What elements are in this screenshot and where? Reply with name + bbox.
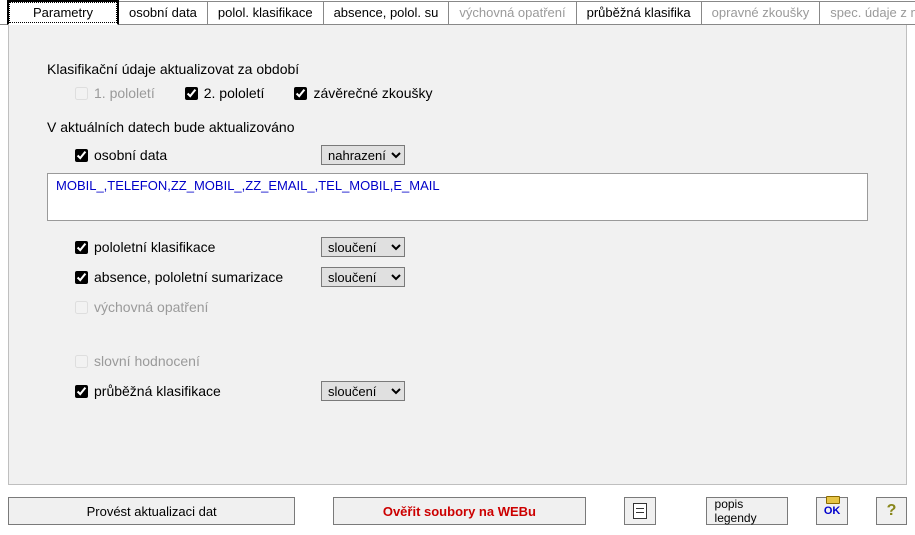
tab-osobni-data[interactable]: osobní data bbox=[118, 1, 208, 24]
chk-vychovna-opatreni: výchovná opatření bbox=[75, 299, 321, 315]
row-slovni-hodnoceni: slovní hodnocení bbox=[47, 349, 868, 373]
chk-zaverecne-zkousky[interactable]: závěrečné zkoušky bbox=[294, 85, 432, 101]
fields-list-text: MOBIL_,TELEFON,ZZ_MOBIL_,ZZ_EMAIL_,TEL_M… bbox=[56, 178, 440, 193]
chk-pololetni-klasifikace[interactable]: pololetní klasifikace bbox=[75, 239, 321, 255]
help-icon: ? bbox=[887, 502, 897, 520]
help-button[interactable]: ? bbox=[876, 497, 907, 525]
period-row: 1. pololetí 2. pololetí závěrečné zkoušk… bbox=[47, 85, 868, 101]
tab-vychovna-opatreni: výchovná opatření bbox=[448, 1, 576, 24]
row-osobni-data: osobní data nahrazení bbox=[47, 143, 868, 167]
chk-absence-input[interactable] bbox=[75, 271, 88, 284]
row-vychovna-opatreni: výchovná opatření bbox=[47, 295, 868, 319]
legend-button[interactable]: popis legendy bbox=[706, 497, 789, 525]
chk-1-pololeti: 1. pololetí bbox=[75, 85, 155, 101]
parametry-panel: Klasifikační údaje aktualizovat za obdob… bbox=[8, 25, 907, 485]
verify-web-button[interactable]: Ověřit soubory na WEBu bbox=[333, 497, 585, 525]
chk-pololetni-klasifikace-input[interactable] bbox=[75, 241, 88, 254]
chk-vychovna-opatreni-input bbox=[75, 301, 88, 314]
chk-osobni-data-input[interactable] bbox=[75, 149, 88, 162]
tab-parametry[interactable]: Parametry bbox=[7, 0, 119, 25]
tab-opravne-zkousky: opravné zkoušky bbox=[701, 1, 821, 24]
perform-update-button[interactable]: Provést aktualizaci dat bbox=[8, 497, 295, 525]
row-pololetni-klasifikace: pololetní klasifikace sloučení bbox=[47, 235, 868, 259]
fields-list-box[interactable]: MOBIL_,TELEFON,ZZ_MOBIL_,ZZ_EMAIL_,TEL_M… bbox=[47, 173, 868, 221]
ok-button[interactable]: OK bbox=[816, 497, 848, 525]
tab-prubezna-klasifikace[interactable]: průběžná klasifika bbox=[576, 1, 702, 24]
chk-osobni-data[interactable]: osobní data bbox=[75, 147, 321, 163]
tab-spec-udaje: spec. údaje z matri bbox=[819, 1, 915, 24]
chk-slovni-hodnoceni-input bbox=[75, 355, 88, 368]
row-prubezna-klasifikace: průběžná klasifikace sloučení bbox=[47, 379, 868, 403]
chk-absence[interactable]: absence, pololetní sumarizace bbox=[75, 269, 321, 285]
period-heading: Klasifikační údaje aktualizovat za obdob… bbox=[47, 61, 868, 77]
update-heading: V aktuálních datech bude aktualizováno bbox=[47, 119, 868, 135]
chk-prubezna-klasifikace[interactable]: průběžná klasifikace bbox=[75, 383, 321, 399]
chk-2-pololeti[interactable]: 2. pololetí bbox=[185, 85, 265, 101]
bottom-toolbar: Provést aktualizaci dat Ověřit soubory n… bbox=[8, 497, 907, 525]
chk-prubezna-klasifikace-input[interactable] bbox=[75, 385, 88, 398]
chk-slovni-hodnoceni: slovní hodnocení bbox=[75, 353, 321, 369]
sel-osobni-mode[interactable]: nahrazení bbox=[321, 145, 405, 165]
chk-1-pololeti-input bbox=[75, 87, 88, 100]
tab-polol-klasifikace[interactable]: polol. klasifikace bbox=[207, 1, 324, 24]
ok-icon: OK bbox=[824, 505, 841, 517]
sel-polol-mode[interactable]: sloučení bbox=[321, 237, 405, 257]
tab-absence-polol[interactable]: absence, polol. su bbox=[323, 1, 450, 24]
row-absence: absence, pololetní sumarizace sloučení bbox=[47, 265, 868, 289]
document-icon bbox=[633, 503, 647, 519]
document-button[interactable] bbox=[624, 497, 656, 525]
chk-zaverecne-zkousky-input[interactable] bbox=[294, 87, 307, 100]
tab-bar: Parametry osobní data polol. klasifikace… bbox=[0, 0, 915, 25]
sel-prubezna-mode[interactable]: sloučení bbox=[321, 381, 405, 401]
sel-absence-mode[interactable]: sloučení bbox=[321, 267, 405, 287]
chk-2-pololeti-input[interactable] bbox=[185, 87, 198, 100]
